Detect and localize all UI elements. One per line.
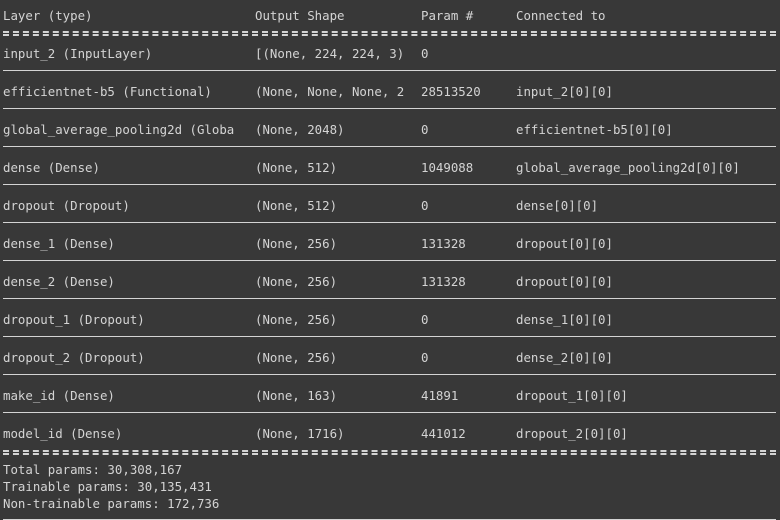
layer-row: input_2 (InputLayer) [(None, 224, 224, 3)… <box>0 45 780 62</box>
layer-output-shape: (None, 256) <box>255 274 338 289</box>
layer-connected-to: dense[0][0] <box>516 198 599 213</box>
layer-param-count: 131328 <box>421 274 466 289</box>
layer-connected-to: dense_1[0][0] <box>516 312 613 327</box>
header-param-count: Param # <box>421 8 474 23</box>
layer-connected-to: input_2[0][0] <box>516 84 613 99</box>
row-divider <box>3 222 776 223</box>
layer-connected-to: dense_2[0][0] <box>516 350 613 365</box>
layer-param-count: 28513520 <box>421 84 481 99</box>
layer-name: input_2 (InputLayer) <box>3 46 153 61</box>
layer-connected-to: dropout[0][0] <box>516 236 613 251</box>
layer-row: dense_2 (Dense) (None, 256) 131328 dropout[… <box>0 273 780 290</box>
layer-row: make_id (Dense) (None, 163) 41891 dropout_1… <box>0 387 780 404</box>
layer-output-shape: (None, 256) <box>255 236 338 251</box>
layer-row: efficientnet-b5 (Functional) (None, None,… <box>0 83 780 100</box>
row-divider <box>3 336 776 337</box>
row-divider <box>3 70 776 71</box>
layer-param-count: 1049088 <box>421 160 474 175</box>
layer-param-count: 0 <box>421 198 429 213</box>
layer-param-count: 0 <box>421 46 429 61</box>
layer-row: dropout (Dropout) (None, 512) 0 dense[0][0] <box>0 197 780 214</box>
layer-name: dense (Dense) <box>3 160 100 175</box>
layer-name: dense_1 (Dense) <box>3 236 115 251</box>
layer-name: global_average_pooling2d (Globa <box>3 122 235 137</box>
layer-param-count: 0 <box>421 312 429 327</box>
layer-output-shape: (None, 1716) <box>255 426 345 441</box>
layer-name: efficientnet-b5 (Functional) <box>3 84 212 99</box>
trainable-params: Trainable params: 30,135,431 <box>3 479 212 494</box>
row-divider <box>3 184 776 185</box>
total-params: Total params: 30,308,167 <box>3 462 183 477</box>
layer-row: dense (Dense) (None, 512) 1049088 global_av… <box>0 159 780 176</box>
layer-output-shape: (None, 2048) <box>255 122 345 137</box>
layer-connected-to: dropout_1[0][0] <box>516 388 628 403</box>
header-layer-type: Layer (type) <box>3 8 93 23</box>
row-divider <box>3 260 776 261</box>
layer-name: dense_2 (Dense) <box>3 274 115 289</box>
row-divider <box>3 412 776 413</box>
layer-output-shape: (None, 512) <box>255 160 338 175</box>
row-divider <box>3 298 776 299</box>
footer-double-rule <box>3 450 776 455</box>
layer-connected-to: efficientnet-b5[0][0] <box>516 122 673 137</box>
layer-output-shape: (None, None, None, 2 <box>255 84 405 99</box>
header-connected-to: Connected to <box>516 8 606 23</box>
layer-row: dense_1 (Dense) (None, 256) 131328 dropout[… <box>0 235 780 252</box>
layer-output-shape: (None, 512) <box>255 198 338 213</box>
layer-name: dropout_2 (Dropout) <box>3 350 145 365</box>
layer-output-shape: [(None, 224, 224, 3) <box>255 46 405 61</box>
layer-connected-to: global_average_pooling2d[0][0] <box>516 160 740 175</box>
layer-name: model_id (Dense) <box>3 426 123 441</box>
layer-param-count: 131328 <box>421 236 466 251</box>
layer-rows: input_2 (InputLayer) [(None, 224, 224, 3)… <box>0 45 780 442</box>
layer-name: dropout (Dropout) <box>3 198 130 213</box>
layer-row: global_average_pooling2d (Globa (None, 20… <box>0 121 780 138</box>
layer-param-count: 441012 <box>421 426 466 441</box>
row-divider <box>3 146 776 147</box>
totals-block: Total params: 30,308,167 Trainable param… <box>0 461 780 512</box>
row-divider <box>3 108 776 109</box>
layer-row: model_id (Dense) (None, 1716) 441012 dropou… <box>0 425 780 442</box>
non-trainable-params: Non-trainable params: 172,736 <box>3 496 220 511</box>
header-output-shape: Output Shape <box>255 8 345 23</box>
layer-connected-to: dropout_2[0][0] <box>516 426 628 441</box>
layer-output-shape: (None, 256) <box>255 350 338 365</box>
layer-row: dropout_2 (Dropout) (None, 256) 0 dense_2[0… <box>0 349 780 366</box>
layer-row: dropout_1 (Dropout) (None, 256) 0 dense_1[0… <box>0 311 780 328</box>
layer-output-shape: (None, 163) <box>255 388 338 403</box>
row-divider <box>3 374 776 375</box>
layer-name: dropout_1 (Dropout) <box>3 312 145 327</box>
model-summary: Layer (type) Output Shape Param # Connec… <box>0 0 780 520</box>
layer-name: make_id (Dense) <box>3 388 115 403</box>
layer-param-count: 41891 <box>421 388 459 403</box>
layer-output-shape: (None, 256) <box>255 312 338 327</box>
header-row: Layer (type) Output Shape Param # Connec… <box>0 7 780 24</box>
layer-connected-to: dropout[0][0] <box>516 274 613 289</box>
layer-param-count: 0 <box>421 350 429 365</box>
header-double-rule <box>3 31 776 36</box>
layer-param-count: 0 <box>421 122 429 137</box>
